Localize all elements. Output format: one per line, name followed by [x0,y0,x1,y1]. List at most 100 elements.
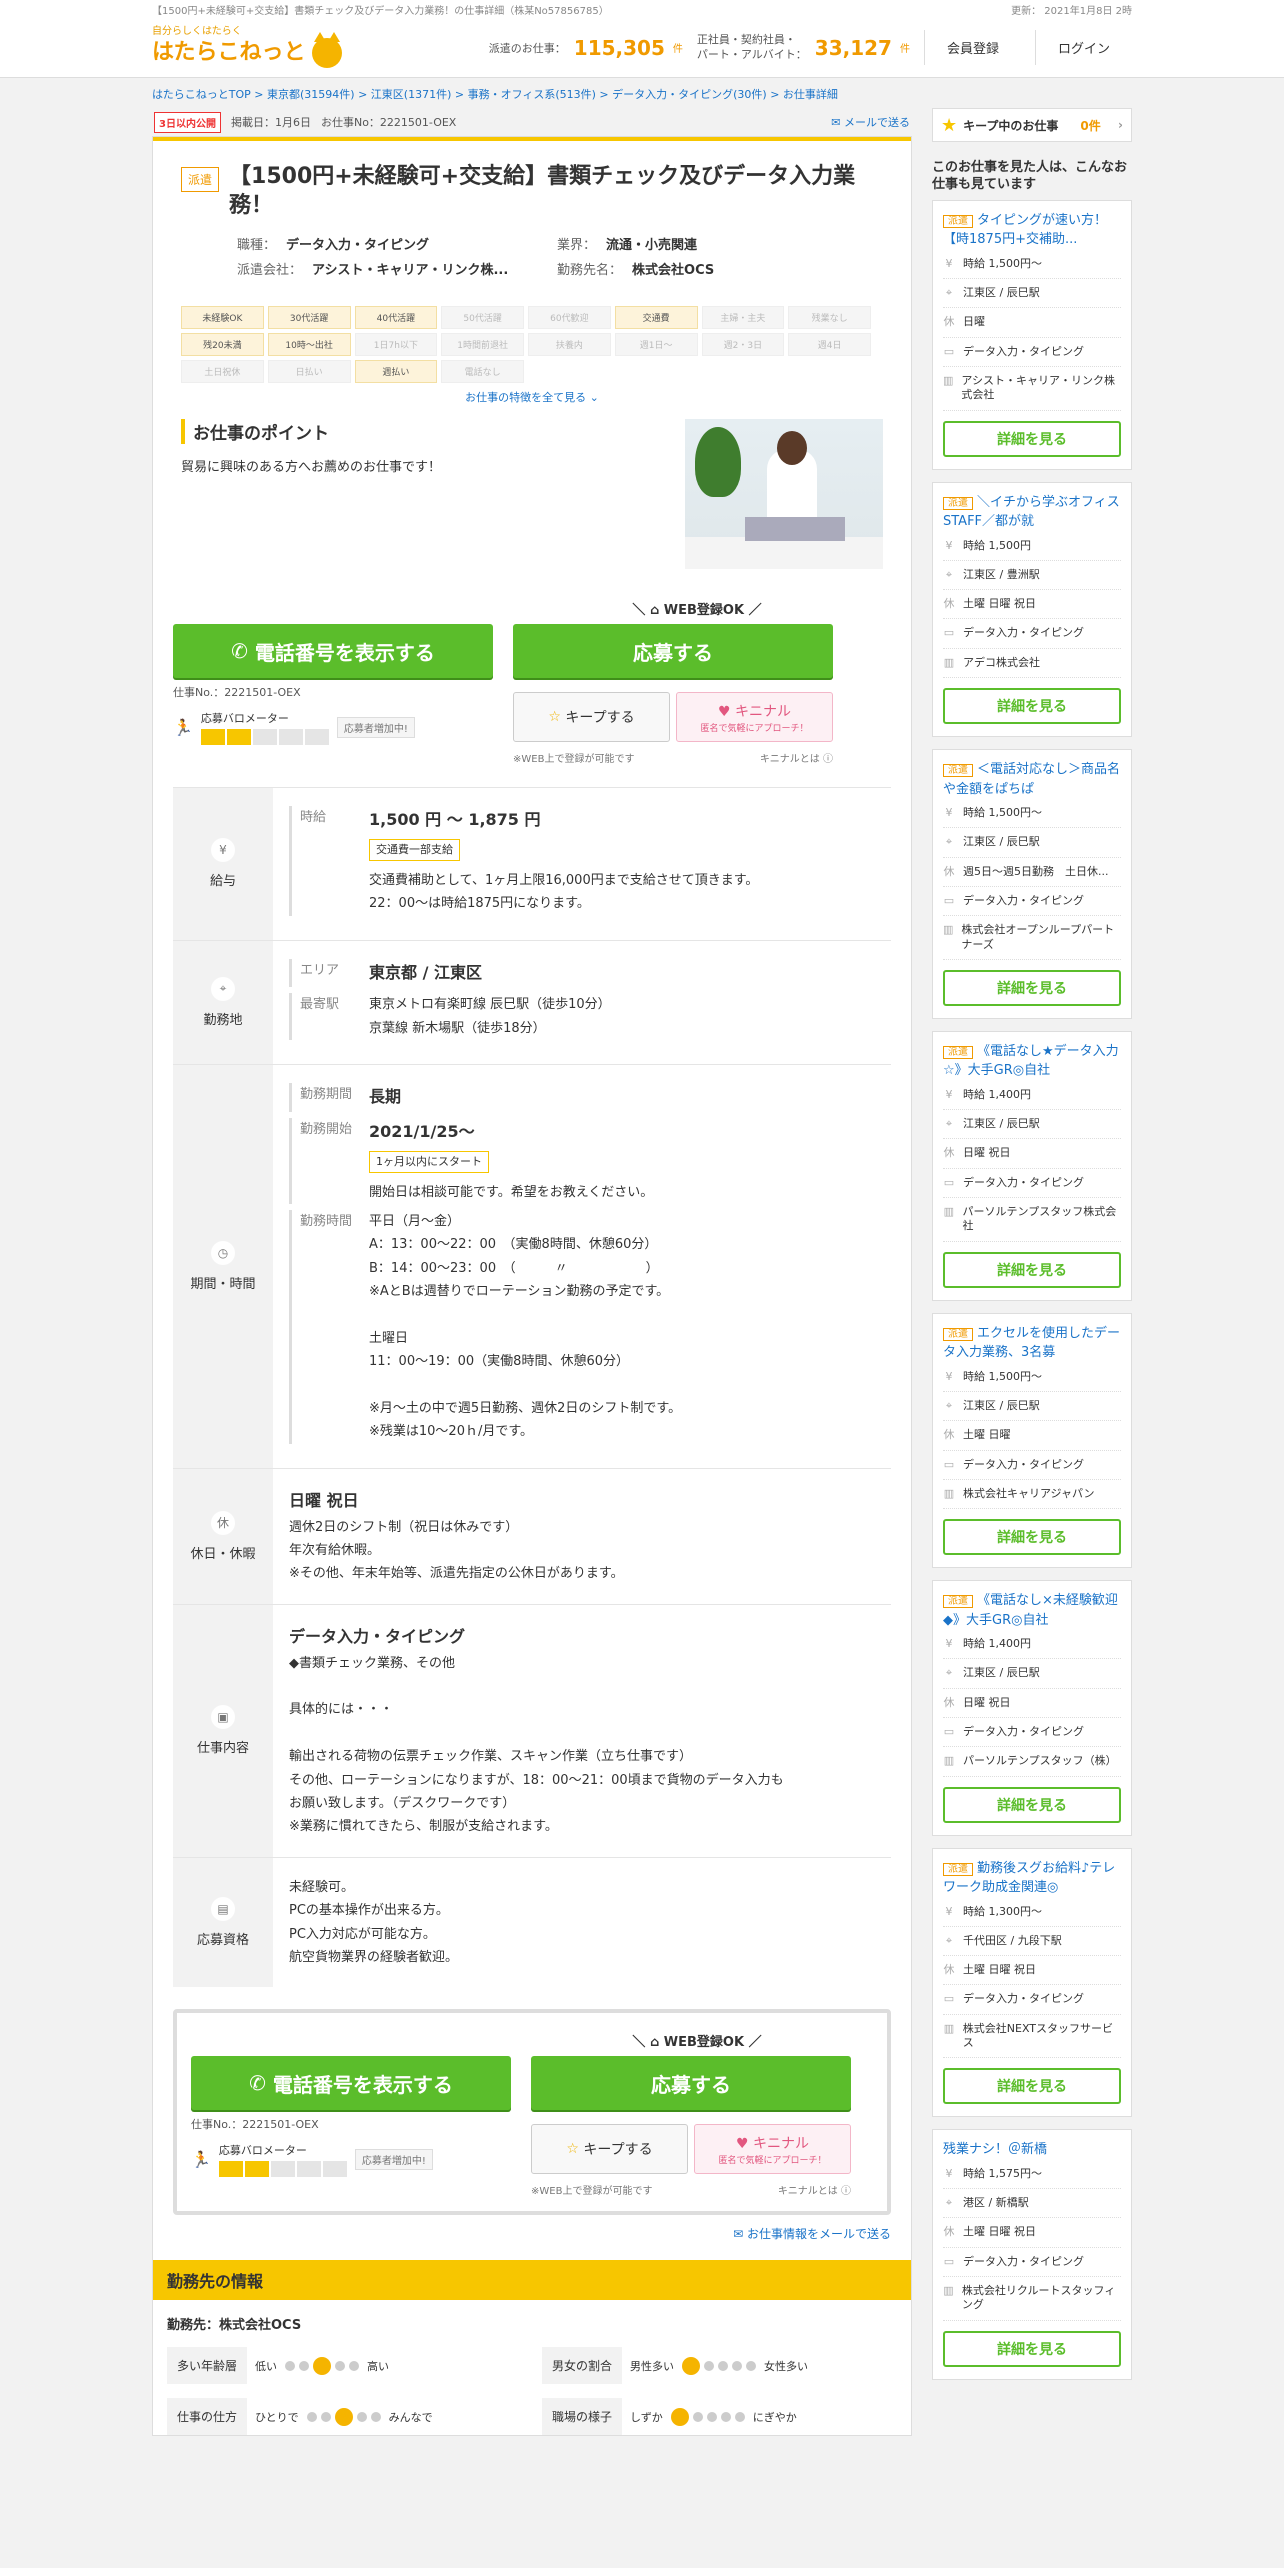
briefcase-icon: ▣ [211,1705,235,1730]
send-mail-link[interactable]: ✉ メールで送る [831,114,910,130]
map-pin-icon: ⌖ [945,286,953,300]
holiday-icon: 休 [943,1428,955,1442]
home-icon: ＼ ⌂ [632,2035,664,2051]
map-pin-icon: ⌖ [211,976,235,1001]
mail-icon: ✉ [733,2227,747,2242]
see-all-features-link[interactable]: お仕事の特徴を全て見る ⌄ [181,389,883,405]
job-point-text: 貿易に興味のある方へお薦めのお仕事です！ [181,460,442,476]
map-pin-icon: ⌖ [945,835,953,849]
increase-badge: 応募者増加中! [336,717,415,739]
register-button[interactable]: 会員登録 [923,30,1021,65]
show-phone-button-bottom[interactable]: ✆ 電話番号を表示する [191,2056,511,2111]
detail-button[interactable]: 詳細を見る [943,2068,1121,2105]
company-info: 勤務先の情報 勤務先：株式会社OCS 多い年齢層 低い 高い 男女の割合 男性多い 女性多… [153,2260,911,2436]
yen-icon: ¥ [945,256,953,270]
feature-tag: 電話なし [441,360,524,384]
section-work: ▣ 仕事内容 データ入力・タイピング ◆書類チェック業務、その他 具体的には・・・ … [173,1603,891,1857]
login-button[interactable]: ログイン [1034,30,1132,65]
kininaru-button-bottom[interactable]: ♥ キニナル 匿名で気軽にアプローチ！ [694,2124,851,2175]
cta-section-top: ＼ ⌂ WEB登録OK ／ ✆ 電話番号を表示する 仕事No.：2221501-… [173,603,833,766]
recommended-job-card: 派遣 《電話なし★データ入力☆》大手GR◎自社 ¥ 時給 1,400円 ⌖ 江東区 / 辰… [932,1030,1132,1301]
recommended-job-title[interactable]: 派遣 エクセルを使用したデータ入力業務、3名募 [943,1324,1121,1363]
map-pin-icon: ⌖ [945,2196,953,2210]
map-pin-icon: ⌖ [945,1117,953,1131]
show-phone-button[interactable]: ✆ 電話番号を表示する [173,624,493,679]
holiday-icon: 休 [943,2225,955,2239]
job-meta-row: 3日以内公開 掲載日：1月6日 お仕事No：2221501-OEX ✉ メールで… [152,108,912,136]
send-job-mail-link[interactable]: ✉ お仕事情報をメールで送る [153,2225,911,2260]
recommended-job-title[interactable]: 派遣 ＜電話対応なし＞商品名や金額をぱちぱ [943,760,1121,799]
holiday-icon: 休 [943,597,955,611]
feature-tag: 1日7h以下 [354,333,438,357]
heart-icon: ♥ [735,2135,753,2152]
recommended-job-title[interactable]: 派遣 勤務後スグお給料♪テレワーク助成金関連◎ [943,1859,1121,1898]
keyboard-icon: ▭ [943,1457,955,1471]
page-title-text: 【1500円+未経験可+交支給】書類チェック及びデータ入力業務！の仕事詳細（株某… [152,5,609,17]
runner-icon: 🏃 [191,2150,211,2170]
detail-button[interactable]: 詳細を見る [943,2330,1121,2367]
job-point-heading: お仕事のポイント [181,419,441,445]
feature-tag: 残業なし [788,306,871,330]
recommended-job-card: 派遣 ＜電話対応なし＞商品名や金額をぱちぱ ¥ 時給 1,500円～ ⌖ 江東区 / 辰巳… [932,749,1132,1019]
section-pay: ¥ 給与 時給 1,500 円 ～ 1,875 円交通費一部支給 交通費補助として、1… [173,787,891,940]
recommended-job-card: 派遣 ＼イチから学ぶオフィスSTAFF／都が就 ¥ 時給 1,500円 ⌖ 江東区 / 豊… [932,481,1132,738]
yen-icon: ¥ [211,838,235,863]
detail-button[interactable]: 詳細を見る [943,1786,1121,1823]
detail-button[interactable]: 詳細を見る [943,420,1121,457]
star-icon: ☆ [548,709,566,726]
other-job-count[interactable]: 正社員・契約社員・ パート・アルバイト： 33,127 件 [697,33,910,62]
kininaru-help-link[interactable]: キニナルとは ⓘ [760,750,833,765]
haken-job-count[interactable]: 派遣のお仕事： 115,305 件 [489,36,683,60]
job-title: 【1500円+未経験可+交支給】書類チェック及びデータ入力業務！ [229,164,856,218]
keep-button-bottom[interactable]: ☆ キープする [531,2124,688,2175]
building-icon: ▥ [943,2021,955,2035]
star-icon: ★ [941,114,958,136]
building-icon: ▥ [943,1205,954,1219]
kept-jobs-link[interactable]: ★ キープ中のお仕事 0件 › [932,108,1132,142]
workplace-slider: 多い年齢層 低い 高い [167,2347,522,2385]
keyboard-icon: ▭ [943,1175,955,1189]
document-icon: ▤ [211,1897,235,1921]
runner-icon: 🏃 [173,718,193,738]
updated-date: 更新： 2021年1月8日 2時 [1011,5,1132,17]
apply-button-bottom[interactable]: 応募する [531,2056,851,2111]
workplace-slider: 男女の割合 男性多い 女性多い [542,2347,897,2385]
section-period: ◷ 期間・時間 勤務期間 長期 勤務開始 2021/1/25～ 1ヶ月以内にスタート 開始… [173,1064,891,1468]
cta-section-bottom: ＼ ⌂ WEB登録OK ／ ✆ 電話番号を表示する 仕事No.：2221501-… [173,2009,891,2216]
recommended-job-card: 派遣 エクセルを使用したデータ入力業務、3名募 ¥ 時給 1,500円～ ⌖ 江東区 / … [932,1312,1132,1569]
recommend-heading: このお仕事を見た人は、こんなお仕事も見ています [932,160,1128,192]
site-logo[interactable]: 自分らしくはたらく はたらこねっと [152,27,342,68]
detail-button[interactable]: 詳細を見る [943,969,1121,1006]
main-content: 3日以内公開 掲載日：1月6日 お仕事No：2221501-OEX ✉ メールで… [152,108,912,2437]
recommended-job-title[interactable]: 派遣 《電話なし★データ入力☆》大手GR◎自社 [943,1042,1121,1081]
recommended-job-title[interactable]: 派遣 《電話なし×未経験歓迎◆》大手GR◎自社 [943,1591,1121,1630]
feature-tag: 50代活躍 [441,306,524,330]
chevron-right-icon: › [1118,118,1123,132]
recommended-job-card: 派遣 勤務後スグお給料♪テレワーク助成金関連◎ ¥ 時給 1,300円～ ⌖ 千代田区 /… [932,1847,1132,2118]
home-icon: ＼ ⌂ [632,603,664,619]
building-icon: ▥ [943,1754,955,1768]
section-qualification: ▤ 応募資格 未経験可。 PCの基本操作が出来る方。 PC入力対応が可能な方。 航… [173,1856,891,1988]
recommended-job-card: 派遣 《電話なし×未経験歓迎◆》大手GR◎自社 ¥ 時給 1,400円 ⌖ 江東区 / 辰… [932,1580,1132,1836]
feature-tag: 日払い [267,360,351,384]
keep-button[interactable]: ☆ キープする [513,692,670,743]
recommended-job-title[interactable]: 派遣 ＼イチから学ぶオフィスSTAFF／都が就 [943,493,1121,532]
breadcrumb[interactable]: はたらこねっとTOP > 東京都(31594件) > 江東区(1371件) > … [0,78,1284,108]
detail-button[interactable]: 詳細を見る [943,688,1121,725]
yen-icon: ¥ [945,1904,953,1918]
recommended-job-title[interactable]: 残業ナシ！＠新橋 [943,2140,1121,2160]
apply-button[interactable]: 応募する [513,624,833,679]
workplace-slider: 職場の様子 しずか にぎやか [542,2398,897,2436]
cat-mascot-icon [311,31,342,68]
feature-tag: 土日祝休 [181,360,264,384]
job-summary: 職種： データ入力・タイピング 業界： 流通・小売関連 派遣会社： アシスト・キャリア… [237,238,715,279]
detail-button[interactable]: 詳細を見る [943,1519,1121,1556]
yen-icon: ¥ [945,2166,953,2180]
kininaru-button[interactable]: ♥ キニナル 匿名で気軽にアプローチ！ [676,692,833,743]
yen-icon: ¥ [945,1087,953,1101]
map-pin-icon: ⌖ [945,567,953,581]
detail-button[interactable]: 詳細を見る [943,1251,1121,1288]
recommended-job-title[interactable]: 派遣 タイピングが速い方！【時1875円+交補助... [943,211,1121,250]
top-info-bar: 【1500円+未経験可+交支給】書類チェック及びデータ入力業務！の仕事詳細（株某… [0,0,1284,18]
recommended-job-card: 残業ナシ！＠新橋 ¥ 時給 1,575円～ ⌖ 港区 / 新橋駅休土曜 日曜 祝日 ▭ デー… [932,2129,1132,2380]
